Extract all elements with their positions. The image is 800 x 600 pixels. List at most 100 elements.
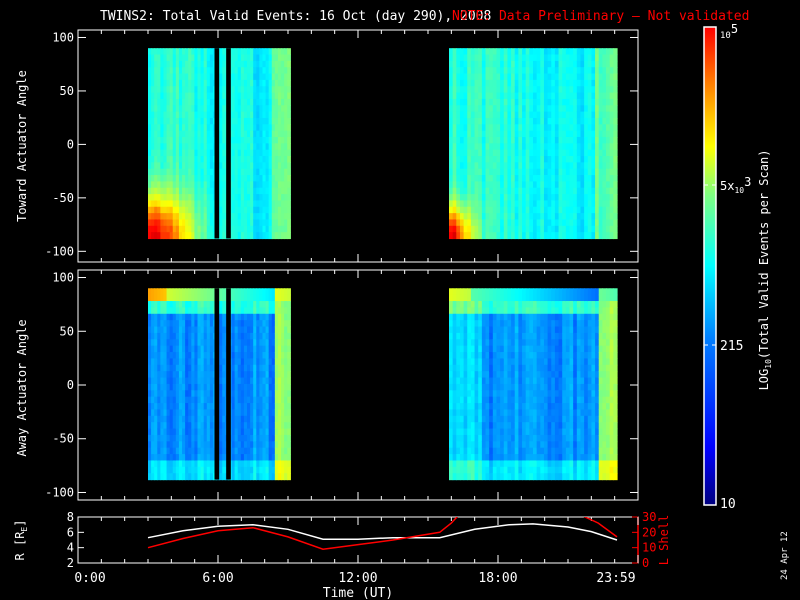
spectrogram-cell <box>449 48 454 56</box>
spectrogram-cell <box>492 390 498 398</box>
spectrogram-cell <box>580 200 585 208</box>
spectrogram-cell <box>529 332 534 340</box>
spectrogram-cell <box>463 377 468 385</box>
spectrogram-cell <box>474 345 479 353</box>
spectrogram-cell <box>463 301 468 308</box>
spectrogram-cell <box>492 67 498 75</box>
spectrogram-cell <box>481 92 487 100</box>
spectrogram-cell <box>580 136 585 144</box>
spectrogram-cell <box>463 390 468 398</box>
spectrogram-cell <box>543 149 549 157</box>
spectrogram-cell <box>496 92 501 100</box>
spectrogram-cell <box>492 326 498 334</box>
spectrogram-cell <box>474 130 479 138</box>
spectrogram-cell <box>481 162 487 170</box>
spectrogram-cell <box>287 232 291 240</box>
spectrogram-cell <box>533 396 538 404</box>
data-gap <box>214 48 220 239</box>
spectrogram-cell <box>536 428 541 436</box>
spectrogram-cell <box>514 383 519 391</box>
spectrogram-cell <box>449 162 454 170</box>
spectrogram-cell <box>518 162 523 170</box>
spectrogram-cell <box>536 294 541 302</box>
spectrogram-cell <box>547 441 552 449</box>
spectrogram-cell <box>569 168 574 176</box>
spectrogram-cell <box>543 86 549 94</box>
spectrogram-cell <box>485 428 490 436</box>
spectrogram-cell <box>536 117 541 125</box>
spectrogram-cell <box>463 73 468 81</box>
spectrogram-cell <box>522 415 527 423</box>
spectrogram-cell <box>470 213 476 221</box>
spectrogram-cell <box>452 409 457 417</box>
spectrogram-cell <box>551 206 556 214</box>
spectrogram-cell <box>470 143 476 151</box>
spectrogram-cell <box>518 60 523 68</box>
spectrogram-cell <box>507 225 512 233</box>
spectrogram-cell <box>562 73 567 81</box>
spectrogram-cell <box>492 124 498 132</box>
spectrogram-cell <box>580 117 585 125</box>
spectrogram-cell <box>554 98 560 106</box>
spectrogram-cell <box>474 326 479 334</box>
spectrogram-cell <box>511 143 516 151</box>
spectrogram-cell <box>573 168 578 176</box>
spectrogram-cell <box>467 143 472 151</box>
spectrogram-cell <box>467 313 472 321</box>
spectrogram-cell <box>591 86 596 94</box>
spectrogram-cell <box>562 200 567 208</box>
spectrogram-cell <box>474 383 479 391</box>
spectrogram-cell <box>503 288 509 296</box>
spectrogram-cell <box>470 364 476 372</box>
spectrogram-cell <box>474 168 479 176</box>
spectrogram-cell <box>449 434 454 442</box>
spectrogram-cell <box>492 383 498 391</box>
spectrogram-cell <box>543 79 549 87</box>
spectrogram-cell <box>507 213 512 221</box>
spectrogram-cell <box>540 428 545 436</box>
spectrogram-cell <box>467 60 472 68</box>
spectrogram-layer <box>148 48 618 481</box>
spectrogram-cell <box>492 339 498 347</box>
spectrogram-cell <box>500 383 505 391</box>
spectrogram-cell <box>602 130 607 138</box>
spectrogram-cell <box>518 352 523 360</box>
spectrogram-cell <box>518 332 523 340</box>
spectrogram-cell <box>456 143 461 151</box>
spectrogram-cell <box>449 181 454 189</box>
spectrogram-cell <box>529 383 534 391</box>
spectrogram-cell <box>536 415 541 423</box>
spectrogram-cell <box>529 194 534 202</box>
spectrogram-cell <box>463 294 468 302</box>
spectrogram-cell <box>449 156 454 163</box>
spectrogram-cell <box>463 92 468 100</box>
spectrogram-cell <box>514 194 519 202</box>
spectrogram-cell <box>514 441 519 449</box>
spectrogram-cell <box>580 67 585 75</box>
spectrogram-cell <box>514 175 519 182</box>
spectrogram-cell <box>580 54 585 62</box>
spectrogram-cell <box>522 352 527 360</box>
spectrogram-cell <box>507 130 512 138</box>
spectrogram-cell <box>511 339 516 347</box>
preliminary-note: NOTE: Data Preliminary — Not validated <box>452 9 749 24</box>
spectrogram-cell <box>481 403 487 411</box>
spectrogram-cell <box>503 111 509 119</box>
spectrogram-cell <box>467 364 472 372</box>
spectrogram-cell <box>554 105 560 113</box>
spectrogram-cell <box>500 213 505 221</box>
spectrogram-cell <box>551 187 556 195</box>
spectrogram-cell <box>529 143 534 151</box>
spectrogram-cell <box>287 313 291 321</box>
spectrogram-cell <box>500 117 505 125</box>
spectrogram-cell <box>584 143 589 151</box>
spectrogram-cell <box>287 168 291 176</box>
spectrogram-cell <box>492 428 498 436</box>
spectrogram-cell <box>463 307 468 315</box>
spectrogram-cell <box>489 428 494 436</box>
spectrogram-cell <box>540 307 545 315</box>
spectrogram-cell <box>562 143 567 151</box>
spectrogram-cell <box>470 415 476 423</box>
spectrogram-cell <box>543 390 549 398</box>
spectrogram-cell <box>598 143 603 151</box>
